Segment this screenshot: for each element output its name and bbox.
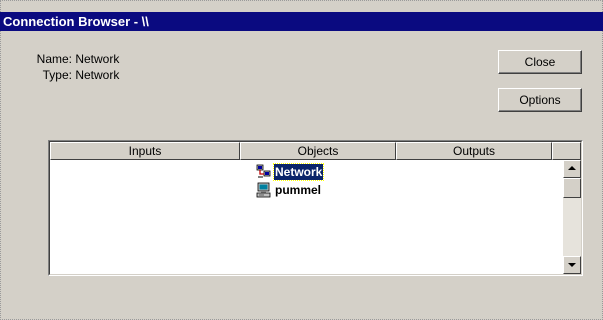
column-header-outputs[interactable]: Outputs	[396, 142, 552, 160]
arrow-up-icon	[568, 166, 576, 170]
arrow-down-icon	[568, 263, 576, 267]
type-label: Type:	[42, 68, 72, 82]
title-bar[interactable]: Connection Browser - \\	[0, 12, 603, 31]
close-button[interactable]: Close	[498, 50, 582, 74]
list-item-label: pummel	[275, 183, 322, 197]
list-item-label: Network	[272, 163, 325, 181]
window-title: Connection Browser - \\	[3, 14, 149, 29]
scroll-thumb[interactable]	[563, 178, 581, 198]
type-value: Network	[75, 68, 120, 82]
name-row: Name: Network	[30, 52, 120, 66]
options-button[interactable]: Options	[498, 88, 582, 112]
scroll-down-button[interactable]	[563, 256, 581, 274]
network-icon	[256, 164, 272, 180]
computer-icon	[256, 182, 272, 198]
vertical-scrollbar[interactable]	[563, 160, 581, 274]
name-label: Name:	[36, 52, 72, 66]
column-header-inputs[interactable]: Inputs	[50, 142, 240, 160]
column-header-objects[interactable]: Objects	[240, 142, 396, 160]
type-row: Type: Network	[30, 68, 120, 82]
column-header-blank	[552, 142, 581, 160]
name-value: Network	[75, 52, 120, 66]
scroll-up-button[interactable]	[563, 160, 581, 178]
connection-list[interactable]: Inputs Objects Outputs Network pummel	[48, 140, 583, 276]
